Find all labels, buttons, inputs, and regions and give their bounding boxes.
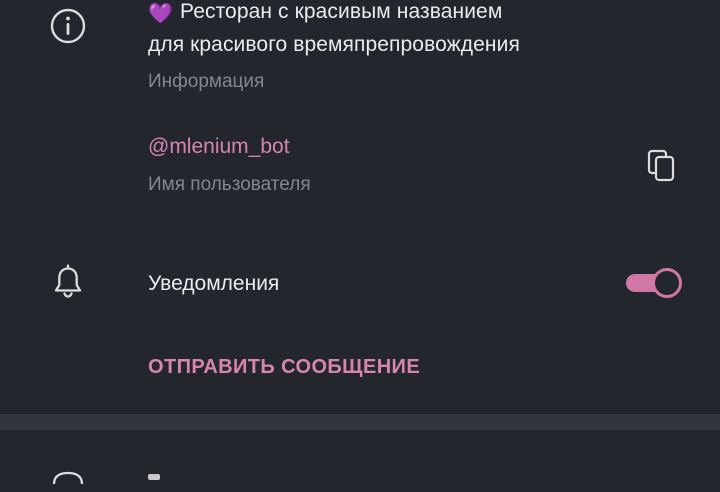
copy-icon[interactable] — [646, 148, 678, 184]
bio-label: Информация — [148, 71, 265, 92]
bio-line-1-text: Ресторан с красивым названием — [180, 0, 503, 23]
notifications-label: Уведомления — [148, 272, 280, 295]
notifications-toggle[interactable] — [626, 268, 682, 298]
username-label: Имя пользователя — [148, 174, 311, 195]
section-divider — [0, 414, 720, 430]
send-message-button[interactable]: ОТПРАВИТЬ СООБЩЕНИЕ — [148, 356, 420, 379]
info-icon — [50, 8, 86, 44]
bio-line-1: 💜 Ресторан с красивым названием — [148, 0, 502, 24]
purple-heart-emoji: 💜 — [148, 3, 174, 25]
bell-icon — [54, 264, 82, 298]
partial-text — [148, 474, 160, 480]
bio-line-2: для красивого времяпрепровождения — [148, 33, 520, 56]
toggle-knob — [652, 268, 682, 298]
username-value[interactable]: @mlenium_bot — [148, 135, 290, 159]
profile-info-panel: 💜 Ресторан с красивым названием для краси… — [0, 0, 720, 485]
partial-icon — [52, 471, 84, 485]
